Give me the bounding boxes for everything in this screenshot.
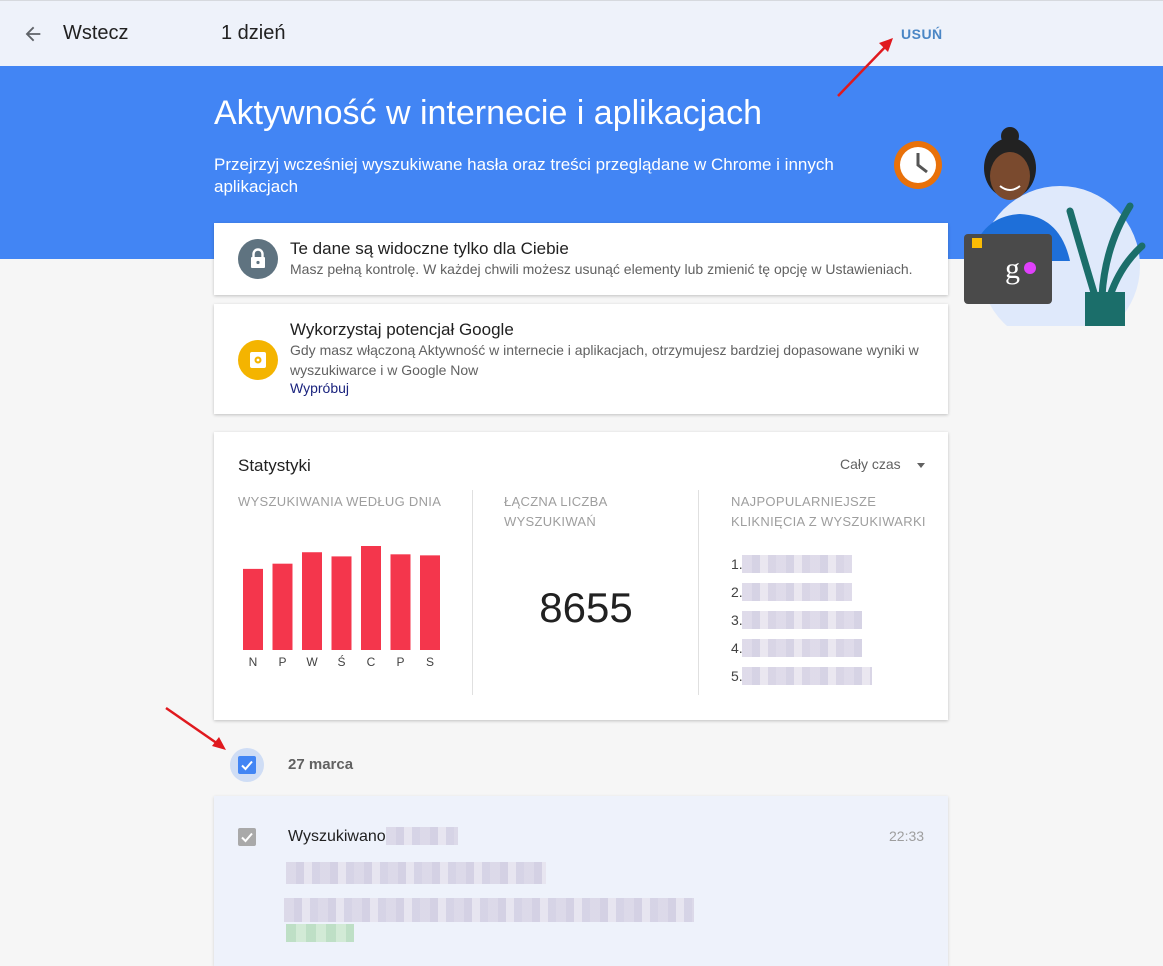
redacted-query — [386, 827, 458, 845]
bar-2 — [302, 552, 322, 650]
time-range-dropdown[interactable]: Cały czas — [840, 456, 901, 472]
privacy-description: Masz pełną kontrolę. W każdej chwili moż… — [290, 261, 913, 277]
google-potential-title: Wykorzystaj potencjał Google — [290, 320, 514, 339]
privacy-card: Te dane są widoczne tylko dla Ciebie Mas… — [214, 223, 948, 295]
total-searches-heading: ŁĄCZNA LICZBA WYSZUKIWAŃ — [504, 494, 607, 529]
page-subtitle: Przejrzyj wcześniej wyszukiwane hasła or… — [214, 155, 834, 196]
top-click-rank: 3. — [731, 612, 743, 628]
redacted-title[interactable] — [286, 862, 546, 884]
bar-4 — [361, 546, 381, 650]
google-potential-card: Wykorzystaj potencjał Google Gdy masz wł… — [214, 304, 948, 414]
history-entry[interactable]: Wyszukiwano 22:33 — [214, 796, 948, 966]
annotation-arrow-icon — [837, 38, 893, 97]
back-arrow-icon[interactable] — [22, 23, 44, 45]
top-click-rank: 5. — [731, 668, 743, 684]
lock-icon — [238, 239, 278, 279]
svg-text:g: g — [1005, 252, 1020, 285]
bar-label-3: Ś — [337, 654, 345, 669]
top-click-rank: 4. — [731, 640, 743, 656]
select-day-checkbox[interactable] — [230, 748, 264, 782]
searches-by-day-chart: NPWŚCPS — [243, 546, 440, 669]
gear-icon — [238, 340, 278, 380]
redacted-link — [742, 583, 852, 601]
redacted-source — [286, 924, 354, 942]
bar-label-6: S — [426, 655, 434, 669]
privacy-title: Te dane są widoczne tylko dla Ciebie — [290, 239, 569, 258]
bar-label-5: P — [396, 655, 404, 669]
day-label: 27 marca — [288, 756, 354, 773]
entry-time: 22:33 — [889, 828, 925, 844]
checkmark-icon — [241, 832, 253, 843]
try-link[interactable]: Wypróbuj — [290, 380, 349, 396]
redacted-url[interactable] — [284, 898, 694, 922]
top-click-rank: 1. — [731, 556, 743, 572]
redacted-link — [742, 555, 852, 573]
column-divider — [472, 490, 473, 695]
column-divider — [698, 490, 699, 695]
bar-6 — [420, 555, 440, 650]
bar-1 — [272, 563, 293, 650]
searches-by-day-heading: WYSZUKIWANIA WEDŁUG DNIA — [238, 494, 442, 509]
entry-checkbox[interactable] — [238, 828, 256, 846]
delete-button[interactable]: USUŃ — [901, 26, 943, 42]
total-searches-value: 8655 — [539, 584, 633, 631]
annotation-arrow-icon — [165, 706, 226, 750]
bar-0 — [243, 568, 263, 650]
entry-label: Wyszukiwano — [288, 828, 386, 845]
top-clicks-heading: NAJPOPULARNIEJSZE KLIKNIĘCIA Z WYSZUKIWA… — [731, 494, 926, 529]
bar-label-1: P — [278, 655, 286, 669]
stats-title: Statystyki — [238, 456, 311, 475]
redacted-link — [742, 611, 862, 629]
dropdown-arrow-icon[interactable] — [917, 463, 925, 468]
period-title: 1 dzień — [221, 22, 286, 44]
top-click-rank: 2. — [731, 584, 743, 600]
bar-label-2: W — [306, 655, 318, 669]
google-potential-description: Gdy masz włączoną Aktywność w internecie… — [290, 342, 919, 378]
top-bar: Wstecz 1 dzień USUŃ — [0, 0, 1163, 66]
stats-card: Statystyki Cały czas WYSZUKIWANIA WEDŁUG… — [214, 432, 948, 720]
bar-5 — [390, 554, 411, 650]
bar-3 — [331, 556, 352, 650]
page-title: Aktywność w internecie i aplikacjach — [214, 94, 763, 132]
bar-label-0: N — [249, 655, 258, 669]
redacted-link — [742, 639, 862, 657]
back-button[interactable]: Wstecz — [63, 22, 129, 45]
redacted-link — [742, 667, 872, 685]
checkmark-icon — [241, 760, 253, 771]
bar-label-4: C — [367, 655, 376, 669]
